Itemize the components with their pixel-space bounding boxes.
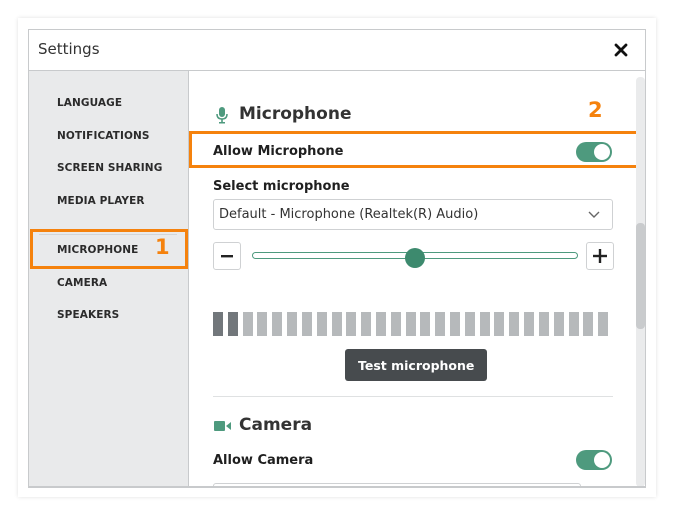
volume-slider-thumb[interactable] (405, 248, 425, 268)
level-bar (464, 312, 475, 336)
allow-camera-toggle[interactable] (576, 450, 612, 470)
level-bar (598, 312, 609, 336)
section-divider (213, 396, 613, 397)
level-bar (242, 312, 253, 336)
level-bar (583, 312, 594, 336)
level-bar (450, 312, 461, 336)
sidebar-item-media-player[interactable]: MEDIA PLAYER (57, 195, 145, 207)
close-icon (614, 43, 628, 57)
sidebar-item-screen-sharing[interactable]: SCREEN SHARING (57, 162, 162, 174)
allow-camera-label: Allow Camera (213, 453, 314, 468)
settings-sidebar: LANGUAGE NOTIFICATIONS SCREEN SHARING ME… (29, 71, 189, 486)
level-bar (390, 312, 401, 336)
close-button[interactable] (611, 40, 631, 60)
plus-icon (593, 249, 607, 263)
toggle-knob (594, 452, 610, 468)
level-bar (331, 312, 342, 336)
level-bar (405, 312, 416, 336)
volume-decrease-button[interactable] (213, 242, 241, 270)
camera-section-title: Camera (239, 415, 313, 435)
volume-increase-button[interactable] (586, 242, 614, 270)
microphone-level-meter (213, 312, 613, 336)
microphone-select-value: Default - Microphone (Realtek(R) Audio) (219, 207, 479, 222)
chevron-down-icon (588, 211, 600, 218)
level-bar (361, 312, 372, 336)
camera-select[interactable]: Integrated Camera (174f:2459) (213, 483, 581, 486)
level-bar (272, 312, 283, 336)
level-bar (227, 312, 238, 336)
level-bar (553, 312, 564, 336)
level-bar (301, 312, 312, 336)
test-microphone-label: Test microphone (358, 357, 475, 373)
level-bar (316, 312, 327, 336)
annotation-box-2 (189, 131, 639, 168)
level-bar (346, 312, 357, 336)
microphone-select[interactable]: Default - Microphone (Realtek(R) Audio) (213, 199, 613, 230)
level-bar (494, 312, 505, 336)
sidebar-item-speakers[interactable]: SPEAKERS (57, 309, 119, 321)
level-bar (257, 312, 268, 336)
level-bar (435, 312, 446, 336)
level-bar (213, 312, 223, 336)
minus-icon (221, 255, 233, 258)
annotation-number-1: 1 (155, 235, 170, 259)
annotation-number-2: 2 (588, 98, 603, 122)
scrollbar-thumb[interactable] (636, 223, 645, 329)
level-bar (420, 312, 431, 336)
microphone-section-title: Microphone (239, 104, 352, 124)
microphone-icon (216, 107, 228, 124)
sidebar-item-language[interactable]: LANGUAGE (57, 97, 122, 109)
level-bar (568, 312, 579, 336)
test-microphone-button[interactable]: Test microphone (345, 349, 488, 381)
level-bar (524, 312, 535, 336)
dialog-title: Settings (38, 40, 100, 58)
sidebar-item-notifications[interactable]: NOTIFICATIONS (57, 130, 150, 142)
level-bar (479, 312, 490, 336)
select-microphone-label: Select microphone (213, 179, 350, 194)
level-bar (375, 312, 386, 336)
level-bar (509, 312, 520, 336)
dialog-header: Settings (29, 30, 645, 71)
video-camera-icon (214, 421, 231, 431)
settings-dialog: Settings LANGUAGE NOTIFICATIONS SCREEN S… (28, 29, 646, 488)
sidebar-item-camera[interactable]: CAMERA (57, 277, 107, 289)
level-bar (287, 312, 298, 336)
level-bar (538, 312, 549, 336)
